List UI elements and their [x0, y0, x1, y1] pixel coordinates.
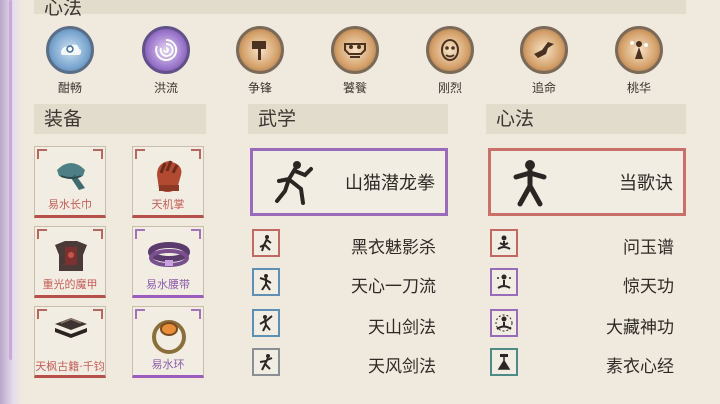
- skill-zhuiming[interactable]: 追命: [514, 26, 574, 96]
- lotus-meditation-icon[interactable]: [490, 309, 518, 337]
- equip-slot-armor[interactable]: 重光的魔甲: [34, 226, 106, 298]
- blade-pose-icon[interactable]: [252, 268, 280, 296]
- equip-label: 重光的魔甲: [42, 278, 98, 291]
- skill-chang[interactable]: 酣畅: [40, 26, 100, 96]
- equip-label: 易水腰带: [146, 278, 190, 291]
- slot-corner: [191, 229, 201, 239]
- mind-item-label[interactable]: 问玉谱: [623, 233, 674, 258]
- mind-method-header-title: 心法: [44, 0, 83, 19]
- martial-main-title: 山猫潜龙拳: [345, 173, 435, 194]
- glove-icon: [147, 155, 191, 197]
- slot-corner: [37, 149, 47, 159]
- sword-pose-icon[interactable]: [252, 309, 280, 337]
- martial-item-label[interactable]: 天风剑法: [368, 352, 436, 377]
- belt-icon: [147, 235, 191, 277]
- flying-figure-icon: [520, 26, 568, 74]
- equip-slot-glove[interactable]: 天机掌: [132, 146, 204, 218]
- left-panel-frame: [0, 0, 22, 404]
- skill-taotie[interactable]: 饕餮: [325, 26, 385, 96]
- hammer-icon: [236, 26, 284, 74]
- equip-label: 易水长巾: [48, 198, 92, 211]
- skill-ganglie[interactable]: 刚烈: [420, 26, 480, 96]
- equipment-section-header: 装备: [34, 104, 206, 134]
- mind-item-label[interactable]: 素衣心经: [606, 352, 674, 377]
- seated-robe-icon[interactable]: [490, 348, 518, 376]
- vortex-icon: [142, 26, 190, 74]
- equip-slot-headscarf[interactable]: 易水长巾: [34, 146, 106, 218]
- equip-slot-book[interactable]: 天枫古籍·千钧: [34, 306, 106, 378]
- cloud-swirl-icon: [46, 26, 94, 74]
- skill-label: 争锋: [247, 81, 272, 95]
- equip-label: 易水环: [151, 358, 185, 371]
- taotie-mask-icon: [331, 26, 379, 74]
- skill-honglong[interactable]: 洪流: [136, 26, 196, 96]
- equip-slot-belt[interactable]: 易水腰带: [132, 226, 204, 298]
- martial-item-label[interactable]: 黑衣魅影杀: [351, 233, 436, 258]
- mind-main-card[interactable]: 当歌诀: [488, 148, 686, 216]
- slot-corner: [93, 149, 103, 159]
- slot-corner: [135, 229, 145, 239]
- skill-label: 桃华: [626, 81, 651, 95]
- slot-corner: [37, 229, 47, 239]
- equip-label: 天枫古籍·千钧: [35, 360, 105, 373]
- martial-main-card[interactable]: 山猫潜龙拳: [250, 148, 448, 216]
- mind-item-label[interactable]: 惊天功: [623, 272, 674, 297]
- slot-corner: [135, 309, 145, 319]
- equip-slot-bracelet[interactable]: 易水环: [132, 306, 204, 378]
- skill-label: 洪流: [153, 81, 178, 95]
- bracelet-icon: [147, 315, 191, 357]
- demon-mask-icon: [426, 26, 474, 74]
- slot-corner: [135, 149, 145, 159]
- mind-section-header: 心法: [486, 104, 686, 134]
- mind-item-label[interactable]: 大藏神功: [606, 313, 674, 338]
- assassin-pose-icon[interactable]: [252, 229, 280, 257]
- slot-corner: [37, 309, 47, 319]
- mind-main-title: 当歌诀: [619, 173, 673, 194]
- slot-corner: [93, 309, 103, 319]
- skill-label: 饕餮: [342, 81, 367, 95]
- blossom-figure-icon: [615, 26, 663, 74]
- armor-icon: [49, 235, 93, 277]
- warrior-stance-icon: [513, 160, 547, 207]
- book-icon: [49, 311, 93, 345]
- skill-label: 追命: [531, 81, 556, 95]
- meditation-aura-icon[interactable]: [490, 268, 518, 296]
- martial-section-header: 武学: [248, 104, 448, 134]
- skill-taohua[interactable]: 桃华: [609, 26, 669, 96]
- skill-label: 酣畅: [57, 81, 82, 95]
- meditation-icon[interactable]: [490, 229, 518, 257]
- slot-corner: [191, 309, 201, 319]
- wind-sword-pose-icon[interactable]: [252, 348, 280, 376]
- slot-corner: [93, 229, 103, 239]
- kungfu-stance-icon: [275, 161, 313, 205]
- slot-corner: [191, 149, 201, 159]
- headscarf-icon: [49, 155, 93, 197]
- equip-label: 天机掌: [151, 198, 185, 211]
- skill-label: 刚烈: [437, 81, 462, 95]
- skill-zhengfeng[interactable]: 争锋: [230, 26, 290, 96]
- martial-item-label[interactable]: 天心一刀流: [351, 272, 436, 297]
- martial-item-label[interactable]: 天山剑法: [368, 313, 436, 338]
- mind-method-header: 心法: [34, 0, 686, 19]
